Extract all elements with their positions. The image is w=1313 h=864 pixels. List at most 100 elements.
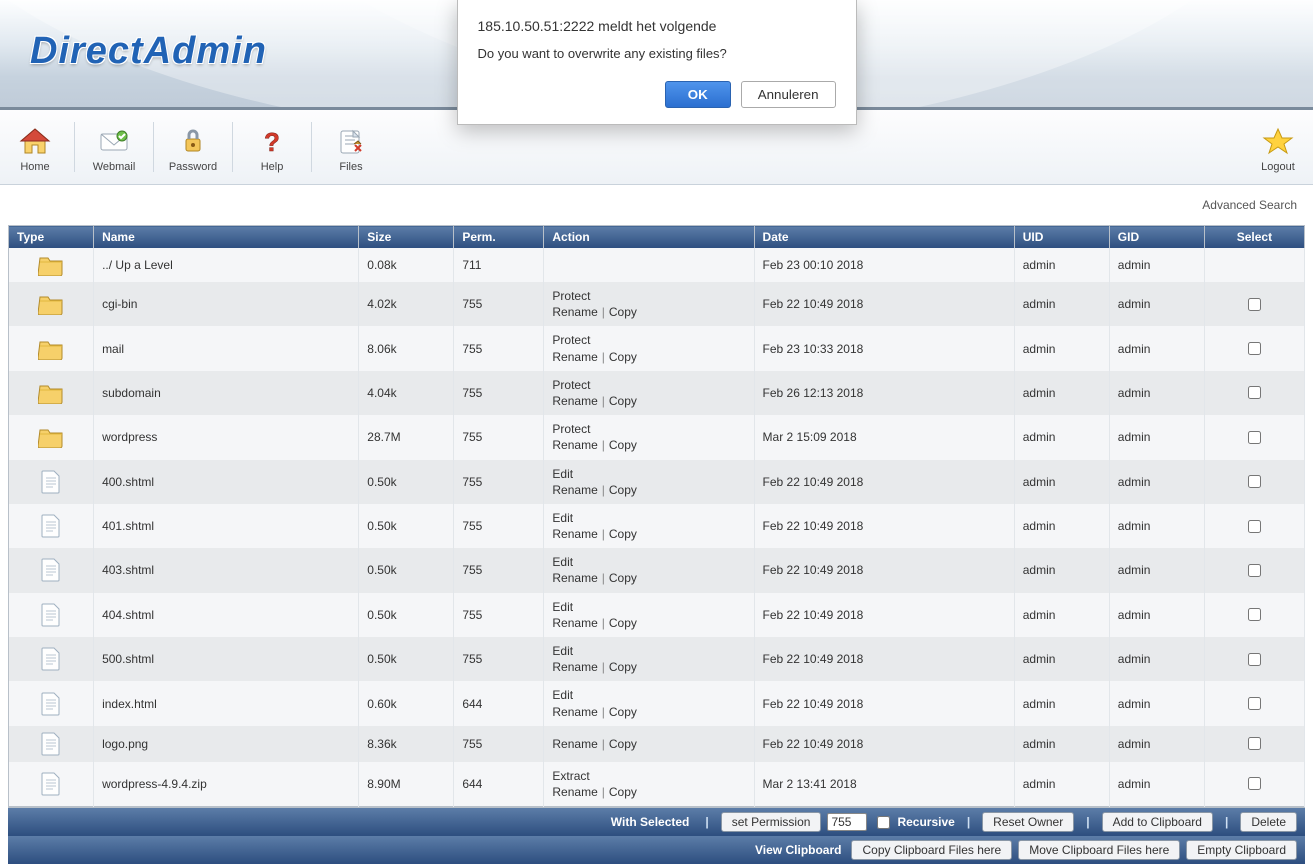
row-select-checkbox[interactable]	[1248, 608, 1261, 621]
toolbar-home[interactable]: Home	[0, 121, 70, 173]
perm-link[interactable]: 644	[462, 777, 482, 791]
action-copy[interactable]: Copy	[609, 483, 637, 497]
col-gid[interactable]: GID	[1109, 226, 1204, 249]
action-copy[interactable]: Copy	[609, 305, 637, 319]
action-extract[interactable]: Extract	[552, 769, 589, 783]
row-select-checkbox[interactable]	[1248, 298, 1261, 311]
col-date[interactable]: Date	[754, 226, 1014, 249]
row-select-checkbox[interactable]	[1248, 777, 1261, 790]
row-select-checkbox[interactable]	[1248, 697, 1261, 710]
action-copy[interactable]: Copy	[609, 660, 637, 674]
action-protect[interactable]: Protect	[552, 378, 590, 392]
add-to-clipboard-button[interactable]: Add to Clipboard	[1102, 812, 1213, 832]
file-name-link[interactable]: wordpress-4.9.4.zip	[102, 777, 207, 791]
action-rename[interactable]: Rename	[552, 394, 597, 408]
action-copy[interactable]: Copy	[609, 737, 637, 751]
action-rename[interactable]: Rename	[552, 737, 597, 751]
perm-link[interactable]: 711	[462, 258, 481, 272]
file-name-link[interactable]: 404.shtml	[102, 608, 154, 622]
recursive-checkbox[interactable]	[877, 816, 890, 829]
action-rename[interactable]: Rename	[552, 785, 597, 799]
file-name-link[interactable]: 403.shtml	[102, 563, 154, 577]
action-rename[interactable]: Rename	[552, 483, 597, 497]
file-name-link[interactable]: mail	[102, 342, 124, 356]
permission-value-input[interactable]	[827, 813, 867, 831]
col-name[interactable]: Name	[94, 226, 359, 249]
col-type[interactable]: Type	[9, 226, 94, 249]
reset-owner-button[interactable]: Reset Owner	[982, 812, 1074, 832]
perm-link[interactable]: 755	[462, 519, 482, 533]
toolbar-password[interactable]: Password	[158, 121, 228, 173]
action-protect[interactable]: Protect	[552, 289, 590, 303]
copy-clipboard-here-button[interactable]: Copy Clipboard Files here	[851, 840, 1012, 860]
row-select-checkbox[interactable]	[1248, 342, 1261, 355]
perm-link[interactable]: 644	[462, 697, 482, 711]
action-edit[interactable]: Edit	[552, 644, 573, 658]
file-name-link[interactable]: wordpress	[102, 430, 157, 444]
perm-link[interactable]: 755	[462, 297, 482, 311]
col-size[interactable]: Size	[359, 226, 454, 249]
advanced-search-link[interactable]: Advanced Search	[1202, 198, 1297, 212]
action-copy[interactable]: Copy	[609, 571, 637, 585]
action-rename[interactable]: Rename	[552, 527, 597, 541]
perm-link[interactable]: 755	[462, 608, 482, 622]
action-edit[interactable]: Edit	[552, 467, 573, 481]
action-edit[interactable]: Edit	[552, 688, 573, 702]
toolbar-webmail[interactable]: Webmail	[79, 121, 149, 173]
row-select-checkbox[interactable]	[1248, 737, 1261, 750]
file-name-link[interactable]: subdomain	[102, 386, 161, 400]
file-name-link[interactable]: 401.shtml	[102, 519, 154, 533]
toolbar-logout[interactable]: Logout	[1243, 121, 1313, 173]
perm-link[interactable]: 755	[462, 430, 482, 444]
perm-link[interactable]: 755	[462, 652, 482, 666]
action-rename[interactable]: Rename	[552, 705, 597, 719]
action-rename[interactable]: Rename	[552, 305, 597, 319]
action-rename[interactable]: Rename	[552, 660, 597, 674]
row-select-checkbox[interactable]	[1248, 564, 1261, 577]
action-rename[interactable]: Rename	[552, 616, 597, 630]
perm-link[interactable]: 755	[462, 737, 482, 751]
dialog-cancel-button[interactable]: Annuleren	[741, 81, 836, 108]
empty-clipboard-button[interactable]: Empty Clipboard	[1186, 840, 1297, 860]
set-permission-button[interactable]: set Permission	[721, 812, 822, 832]
col-select[interactable]: Select	[1204, 226, 1304, 249]
row-select-checkbox[interactable]	[1248, 653, 1261, 666]
toolbar-help[interactable]: ? Help	[237, 121, 307, 173]
action-copy[interactable]: Copy	[609, 785, 637, 799]
action-edit[interactable]: Edit	[552, 555, 573, 569]
perm-link[interactable]: 755	[462, 563, 482, 577]
action-edit[interactable]: Edit	[552, 511, 573, 525]
col-perm[interactable]: Perm.	[454, 226, 544, 249]
file-name-link[interactable]: index.html	[102, 697, 157, 711]
file-name-link[interactable]: 400.shtml	[102, 475, 154, 489]
dialog-ok-button[interactable]: OK	[665, 81, 731, 108]
action-copy[interactable]: Copy	[609, 705, 637, 719]
action-copy[interactable]: Copy	[609, 616, 637, 630]
row-select-checkbox[interactable]	[1248, 431, 1261, 444]
view-clipboard-link[interactable]: View Clipboard	[755, 843, 841, 857]
toolbar-files[interactable]: Files	[316, 121, 386, 173]
action-copy[interactable]: Copy	[609, 527, 637, 541]
file-name-link[interactable]: logo.png	[102, 737, 148, 751]
action-rename[interactable]: Rename	[552, 571, 597, 585]
action-copy[interactable]: Copy	[609, 438, 637, 452]
delete-button[interactable]: Delete	[1240, 812, 1297, 832]
action-protect[interactable]: Protect	[552, 422, 590, 436]
perm-link[interactable]: 755	[462, 386, 482, 400]
move-clipboard-here-button[interactable]: Move Clipboard Files here	[1018, 840, 1180, 860]
action-rename[interactable]: Rename	[552, 350, 597, 364]
file-name-link[interactable]: 500.shtml	[102, 652, 154, 666]
action-edit[interactable]: Edit	[552, 600, 573, 614]
action-rename[interactable]: Rename	[552, 438, 597, 452]
perm-link[interactable]: 755	[462, 342, 482, 356]
perm-link[interactable]: 755	[462, 475, 482, 489]
action-copy[interactable]: Copy	[609, 394, 637, 408]
col-uid[interactable]: UID	[1014, 226, 1109, 249]
file-name-link[interactable]: cgi-bin	[102, 297, 137, 311]
row-select-checkbox[interactable]	[1248, 475, 1261, 488]
row-select-checkbox[interactable]	[1248, 386, 1261, 399]
row-select-checkbox[interactable]	[1248, 520, 1261, 533]
file-name-link[interactable]: ../ Up a Level	[102, 258, 173, 272]
col-action[interactable]: Action	[544, 226, 754, 249]
action-copy[interactable]: Copy	[609, 350, 637, 364]
